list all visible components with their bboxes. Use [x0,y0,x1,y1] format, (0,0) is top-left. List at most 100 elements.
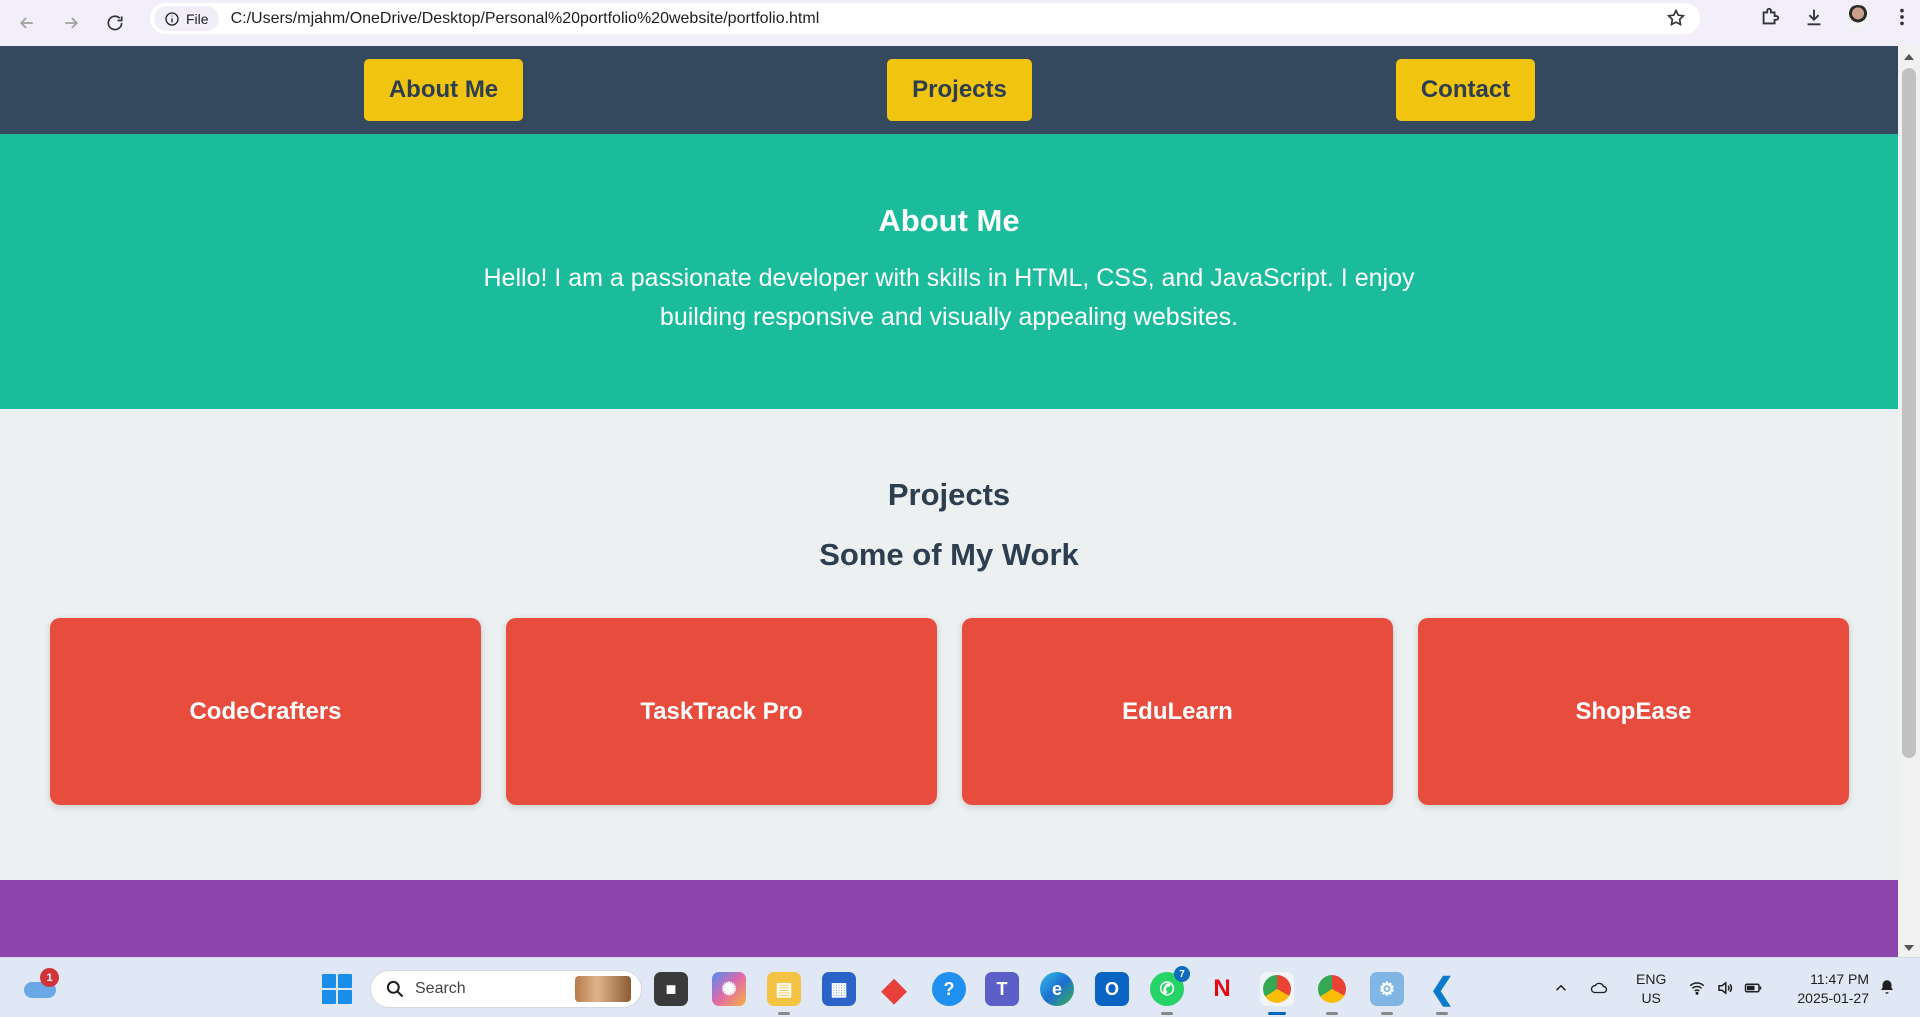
onedrive-cloud-icon [1590,982,1608,994]
language-primary: ENG [1636,971,1667,987]
scrollbar-thumb[interactable] [1902,68,1916,758]
scroll-up-arrow-icon[interactable] [1904,54,1914,60]
nav-projects-button[interactable]: Projects [887,59,1032,121]
reload-button[interactable] [100,8,130,38]
downloads-button[interactable] [1796,0,1832,34]
battery-tray[interactable] [1744,958,1762,1017]
search-icon [386,980,404,998]
avatar [1846,5,1870,29]
vscode-icon: ❮ [1429,972,1455,1006]
taskbar-search[interactable]: Search [370,970,642,1008]
menu-button[interactable] [1884,0,1920,34]
outlook-icon: O [1104,978,1119,999]
puzzle-icon [1762,7,1780,25]
contact-section [0,880,1898,957]
projects-subheading: Some of My Work [819,537,1079,572]
extensions-button[interactable] [1752,0,1788,34]
forward-button[interactable] [56,8,86,38]
teams-icon: T [996,978,1008,999]
windows-taskbar: 1 Search ■ ✺ ▤ ▦ ◆ ? T e O ✆ 7 N ⚙ ❮ ENG … [0,957,1920,1017]
chrome-icon [1318,975,1346,1003]
tray-overflow-button[interactable] [1552,958,1570,1017]
url-text[interactable]: C:/Users/mjahm/OneDrive/Desktop/Personal… [231,10,820,28]
task-view-icon: ■ [665,978,677,999]
projects-heading: Projects [887,477,1011,512]
copilot-app[interactable]: ✺ [712,972,746,1006]
weather-widget[interactable]: 1 [24,968,59,998]
project-card-edulearn[interactable]: EduLearn [962,618,1393,805]
start-button[interactable] [322,974,352,1004]
project-card-codecrafters[interactable]: CodeCrafters [50,618,481,805]
clock-date: 2025-01-27 [1797,990,1869,1006]
nav-contact-button[interactable]: Contact [1396,59,1535,121]
project-card-shopease[interactable]: ShopEase [1418,618,1849,805]
project-cards: CodeCrafters TaskTrack Pro EduLearn Shop… [0,618,1898,808]
taskbar-clock[interactable]: 11:47 PM 2025-01-27 [1785,970,1869,1008]
microsoft-store-app[interactable]: ▦ [822,972,856,1006]
page-scrollbar[interactable] [1898,46,1920,957]
site-info-chip[interactable]: File [154,6,219,31]
volume-tray[interactable] [1716,958,1734,1017]
speaker-icon [1718,981,1733,995]
clock-time: 11:47 PM [1810,971,1869,987]
browser-toolbar: File C:/Users/mjahm/OneDrive/Desktop/Per… [0,0,1920,46]
whatsapp-icon: ✆ [1159,978,1175,999]
address-bar[interactable]: File C:/Users/mjahm/OneDrive/Desktop/Per… [150,3,1700,34]
bookmark-star-icon[interactable] [1666,8,1686,28]
about-text: Hello! I am a passionate developer with … [483,264,1415,331]
site-chip-label: File [186,10,209,27]
whatsapp-app[interactable]: ✆ 7 [1150,966,1190,1015]
about-section: About Me Hello! I am a passionate develo… [0,134,1898,409]
arrow-left-icon [19,17,33,29]
teams-app[interactable]: T [985,972,1019,1006]
project-card-tasktrack-pro[interactable]: TaskTrack Pro [506,618,937,805]
bell-icon[interactable] [1878,978,1896,996]
back-button[interactable] [12,8,42,38]
download-icon [1807,9,1821,26]
weather-notification-badge: 1 [40,968,59,987]
toolbar-actions [1744,0,1920,34]
page-viewport: About Me Projects Contact About Me Hello… [0,46,1898,957]
task-view-app[interactable]: ■ [654,972,688,1006]
store-icon: ▦ [830,978,848,999]
diamond-icon: ◆ [881,971,907,1007]
copilot-icon: ✺ [721,978,737,999]
edge-app[interactable]: e [1040,972,1074,1006]
question-icon: ? [943,978,955,999]
projects-section: Projects Some of My Work CodeCrafters Ta… [0,409,1898,880]
site-navigation: About Me Projects Contact [0,46,1898,134]
file-explorer-app[interactable]: ▤ [767,972,801,1015]
arrow-right-icon [65,17,79,29]
chrome-app[interactable] [1315,972,1349,1015]
control-panel-app[interactable]: ⚙ [1370,972,1404,1015]
wifi-icon [1689,982,1705,995]
info-icon [165,11,179,26]
scroll-down-arrow-icon[interactable] [1904,945,1914,951]
about-heading: About Me [878,203,1020,238]
language-indicator[interactable]: ENG US [1636,970,1666,1008]
search-highlight-image [575,976,631,1002]
search-placeholder: Search [415,980,466,997]
reload-icon [107,15,123,31]
netflix-app[interactable]: N [1205,972,1239,1006]
battery-icon [1744,983,1762,993]
windows-logo-icon [322,974,336,988]
whatsapp-badge: 7 [1174,966,1190,982]
folder-icon: ▤ [775,978,793,999]
netflix-icon: N [1213,975,1231,1002]
kebab-menu-icon [1900,8,1904,26]
language-secondary: US [1641,990,1661,1006]
chrome-profile-app[interactable] [1260,972,1294,1015]
outlook-app[interactable]: O [1095,972,1129,1006]
wifi-tray[interactable] [1688,958,1706,1017]
edge-icon: e [1051,978,1062,999]
chrome-icon [1263,975,1291,1003]
chevron-up-icon [1555,984,1567,991]
onedrive-tray[interactable] [1590,958,1608,1017]
control-panel-icon: ⚙ [1378,978,1396,999]
nav-about-button[interactable]: About Me [364,59,523,121]
git-app[interactable]: ◆ [877,971,911,1007]
help-app[interactable]: ? [932,972,966,1006]
profile-button[interactable] [1840,0,1876,34]
vscode-app[interactable]: ❮ [1425,972,1459,1015]
